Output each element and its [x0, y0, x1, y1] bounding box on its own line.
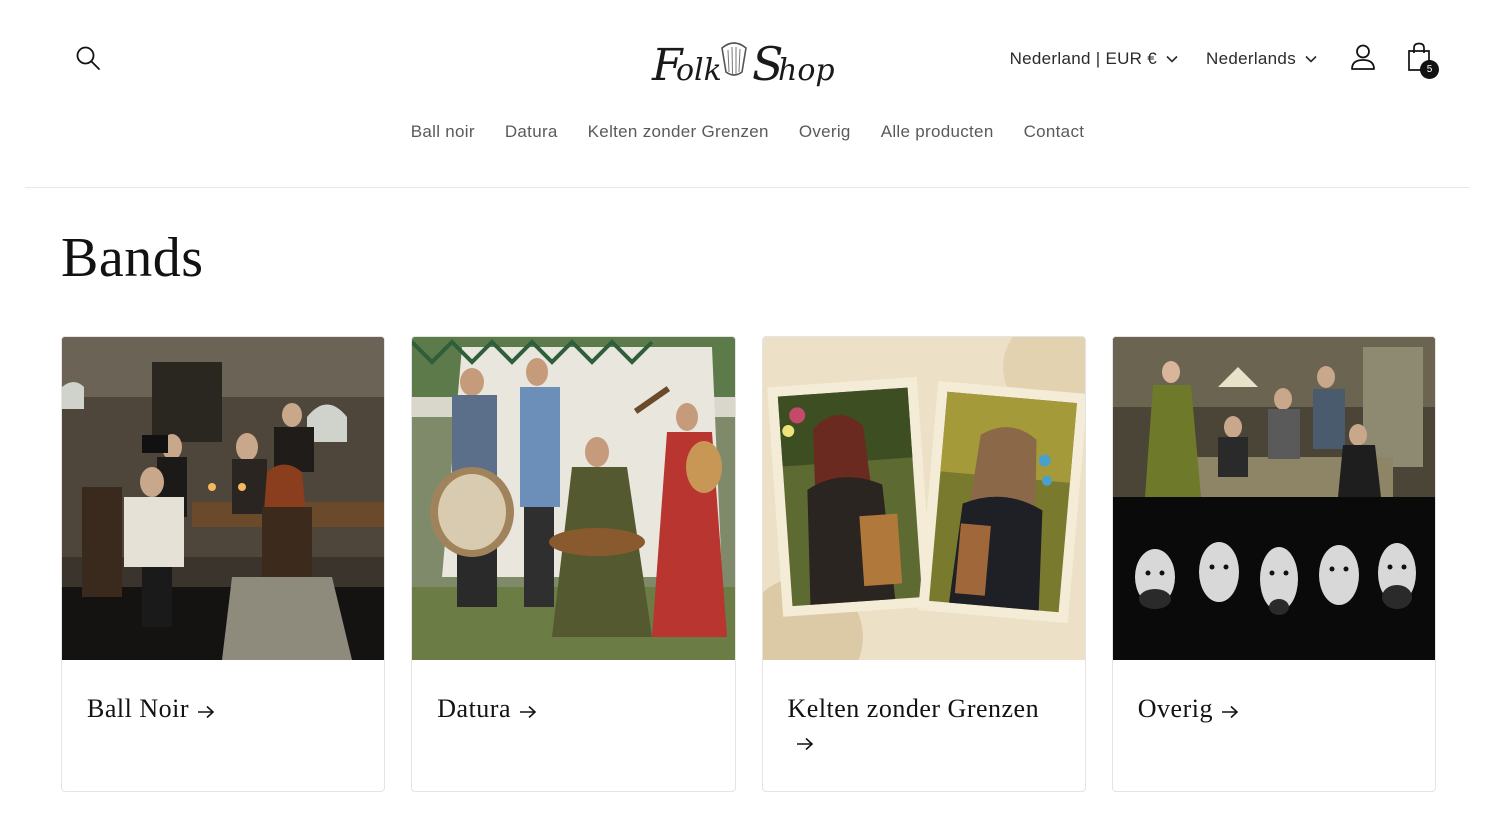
chevron-down-icon	[1166, 55, 1178, 63]
collection-card-overig[interactable]: Overig	[1111, 336, 1436, 792]
arrow-right-icon	[796, 727, 814, 759]
country-selector[interactable]: Nederland | EUR €	[1010, 49, 1178, 69]
cart-count-badge: 5	[1420, 60, 1439, 79]
nav-item-kelten-zonder-grenzen[interactable]: Kelten zonder Grenzen	[573, 122, 784, 142]
collection-card-kelten-zonder-grenzen[interactable]: Kelten zonder Grenzen	[761, 336, 1086, 792]
collection-grid: Ball Noir Datura Kelten zonder Grenzen O…	[61, 336, 1436, 792]
ball-noir-band-photo	[62, 337, 385, 660]
arrow-right-icon	[1221, 695, 1239, 727]
collection-title: Ball Noir	[87, 694, 189, 723]
folk-shop-logo: F olk S hop	[651, 37, 835, 91]
svg-text:olk: olk	[676, 53, 722, 88]
header-actions: Nederland | EUR € Nederlands 5	[1010, 38, 1439, 80]
collection-card-datura[interactable]: Datura	[411, 336, 736, 792]
chevron-down-icon	[1305, 55, 1317, 63]
language-selector-label: Nederlands	[1206, 49, 1296, 68]
user-icon	[1350, 43, 1376, 76]
cart-button[interactable]: 5	[1401, 41, 1439, 79]
nav-item-alle-producten[interactable]: Alle producten	[866, 122, 1009, 142]
overig-band-photos	[1112, 337, 1435, 660]
search-button[interactable]	[72, 44, 104, 76]
nav-item-ball-noir[interactable]: Ball noir	[396, 122, 490, 142]
nav-item-overig[interactable]: Overig	[784, 122, 866, 142]
page-title: Bands	[61, 227, 204, 289]
collection-title: Kelten zonder Grenzen	[787, 694, 1040, 723]
collection-card-ball-noir[interactable]: Ball Noir	[61, 336, 386, 792]
country-selector-label: Nederland | EUR €	[1009, 49, 1158, 68]
language-selector[interactable]: Nederlands	[1206, 49, 1317, 69]
header-divider	[25, 187, 1470, 188]
main-navigation: Ball noir Datura Kelten zonder Grenzen O…	[0, 122, 1495, 142]
search-icon	[75, 45, 101, 76]
datura-band-photo	[412, 337, 735, 660]
site-header: F olk S hop Nederland | EUR € Nederlands	[0, 0, 1495, 188]
site-logo[interactable]: F olk S hop	[648, 24, 848, 94]
arrow-right-icon	[519, 695, 537, 727]
nav-item-datura[interactable]: Datura	[490, 122, 573, 142]
collection-title: Datura	[437, 694, 511, 723]
collection-title: Overig	[1137, 694, 1213, 723]
kelten-zonder-grenzen-photo	[762, 337, 1085, 660]
account-button[interactable]	[1347, 43, 1379, 75]
arrow-right-icon	[197, 695, 215, 727]
svg-text:hop: hop	[778, 53, 835, 88]
nav-item-contact[interactable]: Contact	[1009, 122, 1100, 142]
